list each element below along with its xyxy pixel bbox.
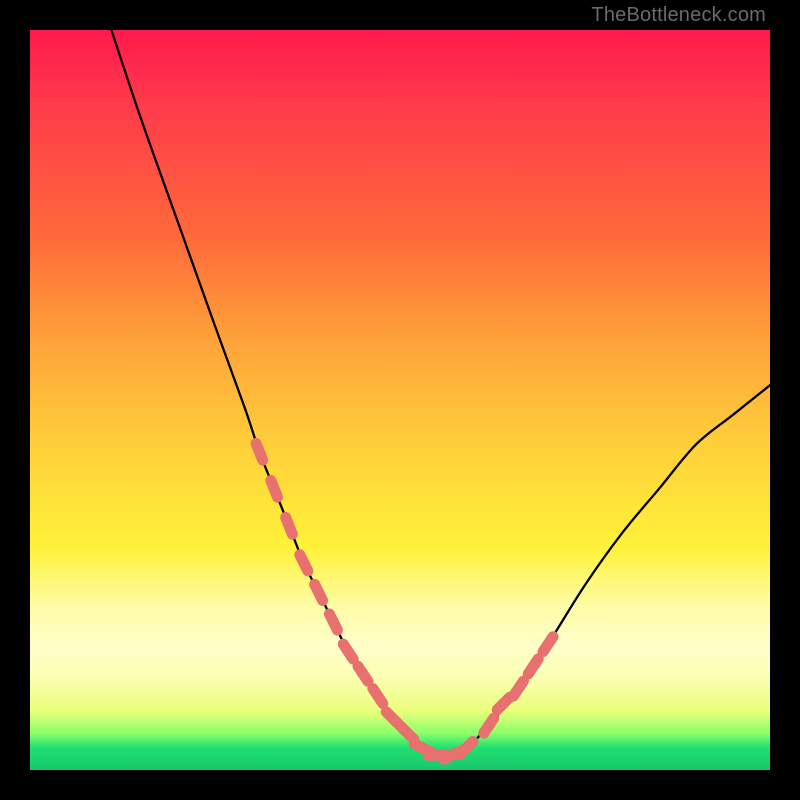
marker-dot xyxy=(401,727,414,740)
marker-dot xyxy=(528,659,538,674)
marker-dot xyxy=(343,644,353,659)
marker-dot xyxy=(460,741,473,754)
marker-dot xyxy=(513,681,523,696)
marker-dot xyxy=(373,689,383,704)
marker-dot xyxy=(329,614,337,630)
marker-dot xyxy=(543,637,553,652)
marker-dot xyxy=(300,555,308,571)
marker-dot xyxy=(315,584,323,600)
curve-layer xyxy=(30,30,770,770)
marker-dot xyxy=(497,697,510,710)
marker-dot xyxy=(484,718,494,733)
marker-dot xyxy=(386,712,399,725)
curve-path-group xyxy=(111,30,770,756)
marker-dot xyxy=(358,666,368,681)
watermark-text: TheBottleneck.com xyxy=(591,4,766,27)
marker-dot xyxy=(271,480,278,497)
marker-dot xyxy=(256,443,263,460)
bottleneck-curve xyxy=(111,30,770,756)
chart-frame: TheBottleneck.com xyxy=(0,0,800,800)
marker-layer xyxy=(256,443,553,759)
plot-area xyxy=(30,30,770,770)
marker-dot xyxy=(286,517,293,534)
